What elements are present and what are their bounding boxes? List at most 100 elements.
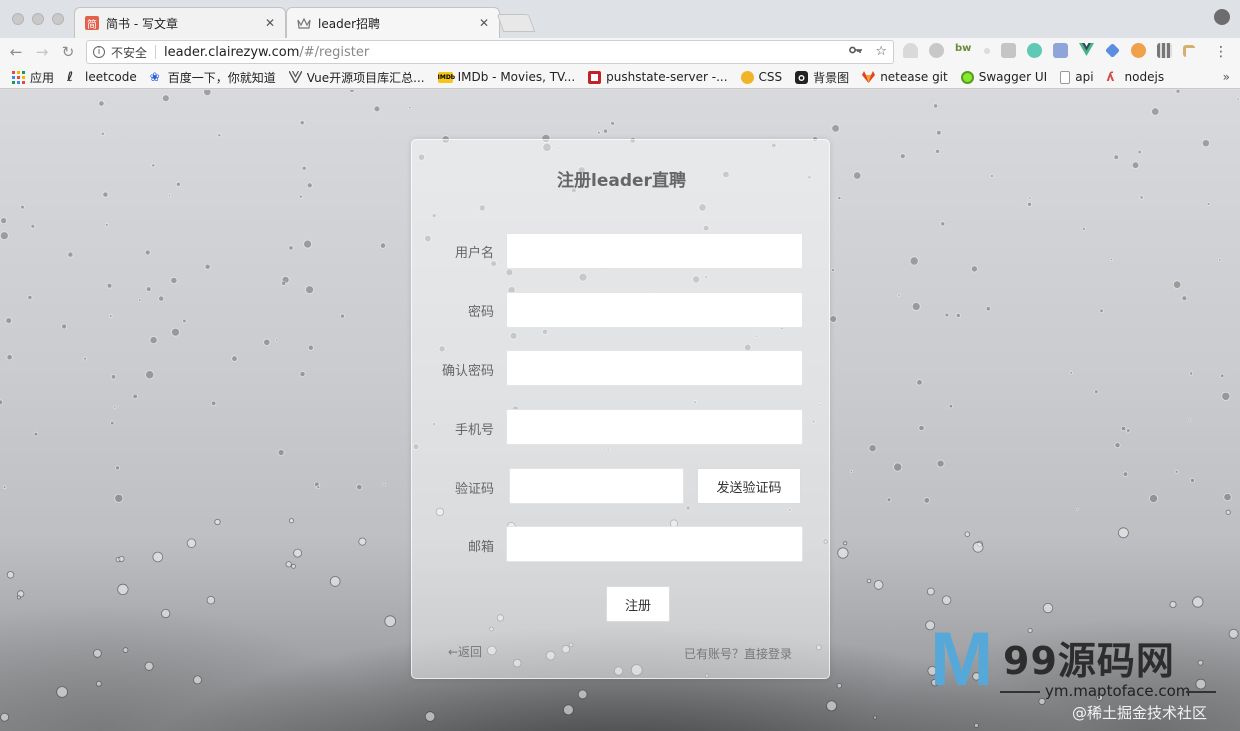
raindrop [109,314,113,318]
raindrop [6,354,13,361]
extension-icon[interactable] [903,43,918,58]
extension-icon[interactable] [1105,43,1120,58]
raindrop [596,130,601,135]
raindrop [1221,391,1231,401]
raindrop [837,547,849,559]
window-minimize-button[interactable] [32,13,44,25]
raindrop [293,548,303,558]
extension-icon[interactable] [984,47,990,54]
watermark-url: ym.maptoface.com [1045,682,1191,700]
raindrop [137,298,142,302]
window-zoom-button[interactable] [52,13,64,25]
raindrop [214,518,221,526]
raindrop [1042,602,1054,614]
more-bookmarks-icon[interactable]: » [1223,70,1230,84]
password-input[interactable] [506,292,803,328]
divider [155,45,157,59]
vue-devtools-icon[interactable] [1079,43,1094,58]
raindrop [1113,154,1119,160]
bookmark-item[interactable]: api [1060,70,1094,84]
raindrop [301,165,307,171]
raindrop [20,204,25,210]
raindrop [277,449,285,456]
gitlab-fox-icon [862,70,876,84]
star-icon[interactable]: ☆ [875,44,887,59]
register-button[interactable]: 注册 [606,586,670,622]
qr-code-icon[interactable] [1157,43,1172,58]
raindrop [893,462,903,472]
raindrop [102,191,109,198]
reload-icon[interactable]: ↻ [58,42,78,62]
raindrop [955,312,961,318]
raindrop [970,265,978,273]
email-input[interactable] [506,526,803,562]
key-icon[interactable] [849,44,863,59]
bookmark-item[interactable]: Vue开源项目库汇总... [288,69,425,86]
bookmark-item[interactable]: CSS [740,70,782,84]
menu-icon[interactable]: ⋮ [1214,43,1228,61]
divider [1000,691,1040,693]
confirm-password-input[interactable] [506,350,803,386]
tab-leader[interactable]: leader招聘 ✕ [286,7,500,38]
leetcode-icon: ℓ [67,69,74,85]
bookmark-item[interactable]: 应用 [12,69,54,86]
info-icon[interactable]: i [93,46,105,58]
bookmark-label: pushstate-server -... [606,70,728,84]
bookmark-label: nodejs [1124,70,1165,84]
bookmark-item[interactable]: ❀ 百度一下，你就知道 [150,69,276,86]
address-bar[interactable]: i 不安全 leader.clairezyw.com /#/register ☆ [86,40,894,64]
phone-input[interactable] [506,409,803,445]
raindrop [217,133,222,138]
raindrop [349,90,355,93]
raindrop [16,595,21,600]
bookmark-item[interactable]: IMDb IMDb - Movies, TV... [437,70,576,84]
extension-icon[interactable] [1183,44,1195,57]
raindrop [5,317,12,324]
raindrop [1131,161,1140,169]
profile-icon[interactable] [1214,9,1230,25]
extension-icon[interactable] [1131,43,1146,58]
login-link[interactable]: 已有账号？直接登录 [684,645,792,662]
new-tab-button[interactable] [496,14,536,32]
extension-icon[interactable] [1053,43,1068,58]
window-close-button[interactable] [12,13,24,25]
raindrop [1223,492,1232,502]
raindrop [831,268,835,272]
bookmark-item[interactable]: netease git [862,70,948,84]
raindrop [408,105,412,110]
password-label: 密码 [467,305,494,320]
forward-arrow-icon[interactable]: → [32,42,52,62]
raindrop [98,100,105,107]
bookmark-item[interactable]: ℓ leetcode [67,70,137,84]
extension-icon[interactable] [1001,43,1016,58]
raindrop [281,280,287,286]
username-input[interactable] [506,233,803,269]
raindrop [275,338,279,342]
bookmark-item[interactable]: ʎ nodejs [1107,70,1165,84]
send-code-button[interactable]: 发送验证码 [697,468,801,504]
raindrop [384,615,397,627]
extension-icon[interactable] [929,43,944,58]
raindrop [1172,280,1182,289]
raindrop [1201,139,1210,148]
raindrop [1114,442,1121,449]
raindrop [263,338,271,346]
security-label[interactable]: 不安全 [111,44,147,61]
bookmark-item[interactable]: Swagger UI [960,70,1047,84]
imdb-icon: IMDb [437,71,456,83]
close-icon[interactable]: ✕ [265,16,275,30]
close-icon[interactable]: ✕ [479,16,489,30]
bookmark-item[interactable]: 背景图 [795,69,849,86]
verification-code-input[interactable] [509,468,684,504]
bookmark-item[interactable]: pushstate-server -... [588,70,728,84]
back-arrow-icon[interactable]: ← [6,42,26,62]
extension-icon[interactable] [1027,43,1042,58]
tab-jianshu[interactable]: 简 简书 - 写文章 ✕ [74,7,286,38]
url-path: /#/register [299,44,370,60]
watermark-juejin: @稀土掘金技术社区 [1072,704,1208,722]
raindrop [2,485,7,489]
raindrop [1075,508,1079,511]
back-link[interactable]: ←返回 [448,643,482,660]
bookmark-label: IMDb - Movies, TV... [457,70,576,84]
extension-icon[interactable]: bw [955,43,973,58]
